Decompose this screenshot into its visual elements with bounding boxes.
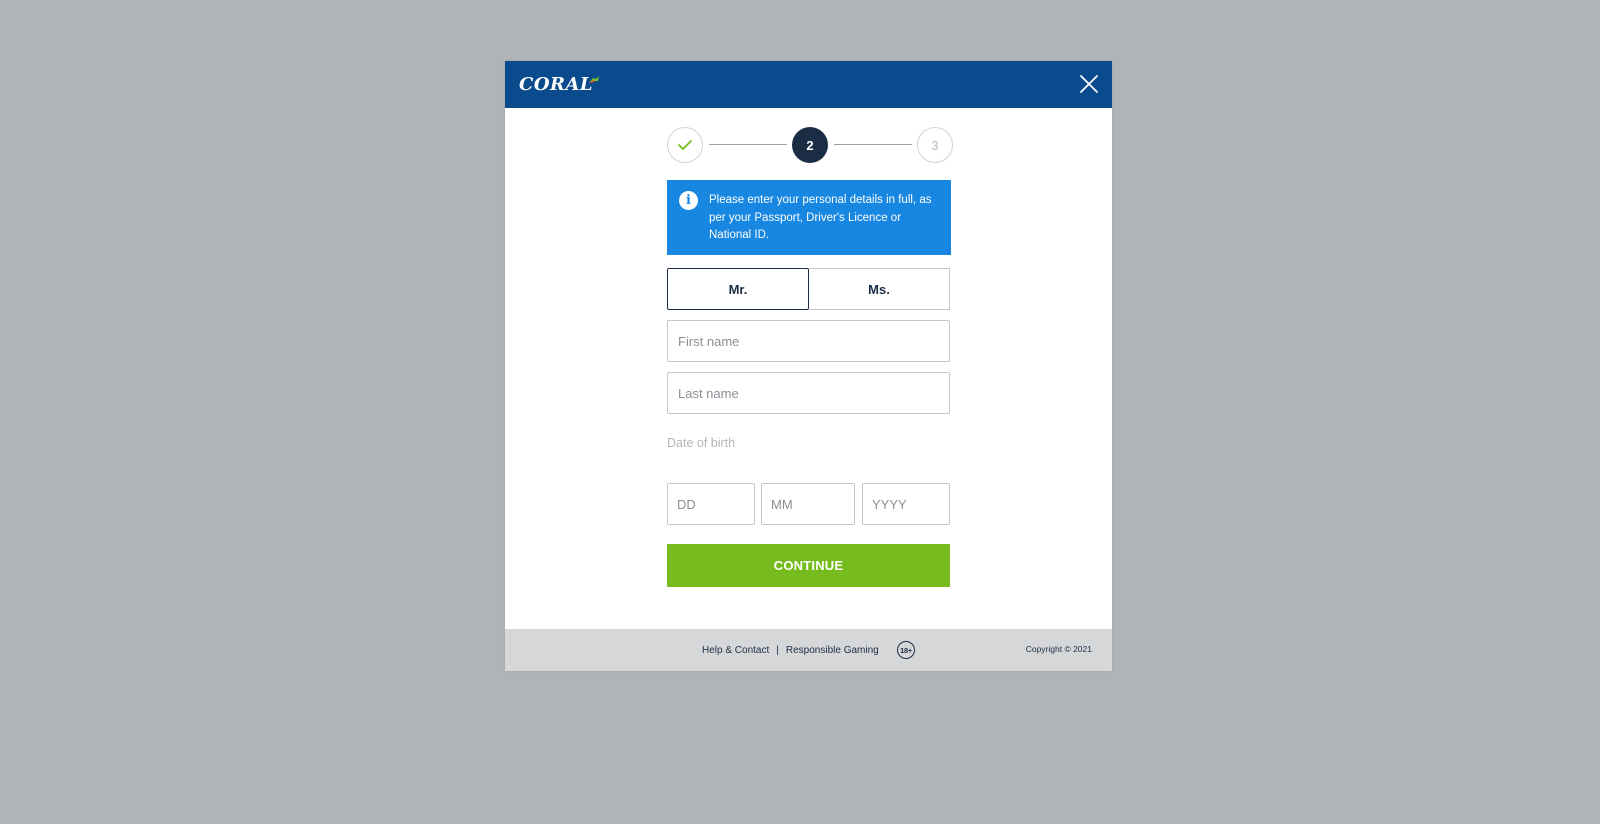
dob-month-input[interactable]: [761, 483, 855, 525]
logo-mark-icon: [589, 76, 599, 83]
info-icon: i: [679, 191, 698, 210]
close-icon: [1080, 75, 1098, 93]
close-button[interactable]: [1078, 73, 1100, 95]
modal-footer: Help & Contact | Responsible Gaming 18+ …: [505, 629, 1112, 671]
step-connector: [709, 144, 787, 145]
title-option-mr[interactable]: Mr.: [667, 268, 809, 310]
step-connector: [834, 144, 912, 145]
dob-day-input[interactable]: [667, 483, 755, 525]
dob-year-input[interactable]: [862, 483, 950, 525]
continue-button[interactable]: CONTINUE: [667, 544, 950, 587]
responsible-gaming-link[interactable]: Responsible Gaming: [786, 645, 879, 656]
footer-separator: |: [776, 645, 779, 656]
info-banner: i Please enter your personal details in …: [667, 180, 951, 255]
help-contact-link[interactable]: Help & Contact: [702, 645, 769, 656]
step-2-active: 2: [792, 127, 828, 163]
progress-stepper: 2 3: [667, 127, 953, 163]
registration-modal: CORAL 2 3 i Please enter your personal d…: [505, 61, 1112, 671]
modal-header: CORAL: [505, 61, 1112, 108]
title-selector: Mr. Ms.: [667, 268, 950, 310]
step-3-upcoming: 3: [917, 127, 953, 163]
check-icon: [678, 140, 692, 150]
age-restriction-icon: 18+: [897, 641, 915, 659]
step-1-completed: [667, 127, 703, 163]
footer-links: Help & Contact | Responsible Gaming: [702, 645, 879, 656]
coral-logo: CORAL: [519, 74, 594, 95]
info-message: Please enter your personal details in fu…: [709, 194, 932, 241]
dob-label: Date of birth: [667, 436, 736, 450]
title-option-ms[interactable]: Ms.: [809, 268, 950, 310]
first-name-input[interactable]: [667, 320, 950, 362]
copyright-text: Copyright © 2021: [1025, 644, 1092, 654]
last-name-input[interactable]: [667, 372, 950, 414]
